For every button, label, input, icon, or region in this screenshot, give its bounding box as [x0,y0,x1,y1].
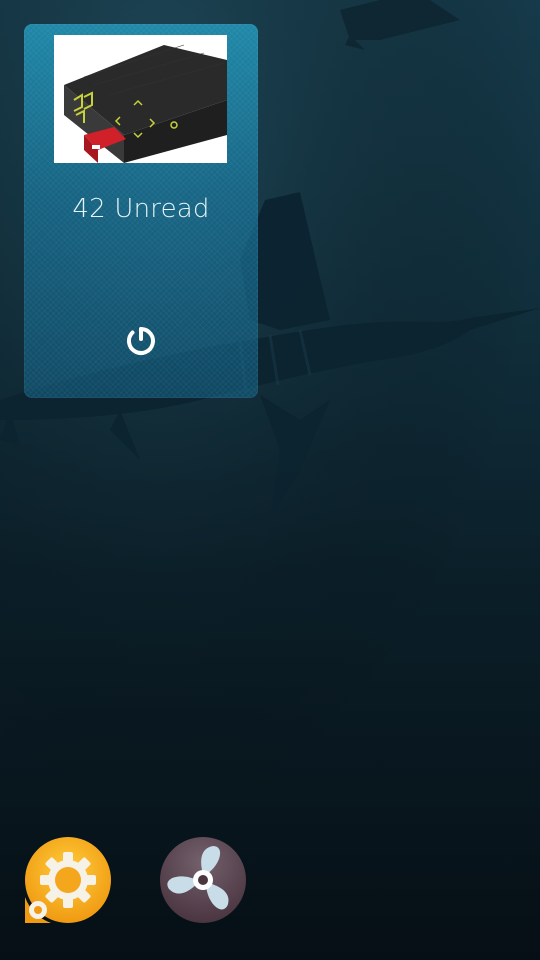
router-box-image [54,35,227,163]
router-box-image-svg [54,35,227,163]
settings-gear-icon[interactable] [25,837,111,923]
fan-propeller-icon[interactable] [160,837,246,923]
refresh-icon[interactable] [124,324,158,358]
unread-count-label: 42 Unread [72,194,210,224]
app-cover-card[interactable]: 42 Unread [24,24,258,398]
